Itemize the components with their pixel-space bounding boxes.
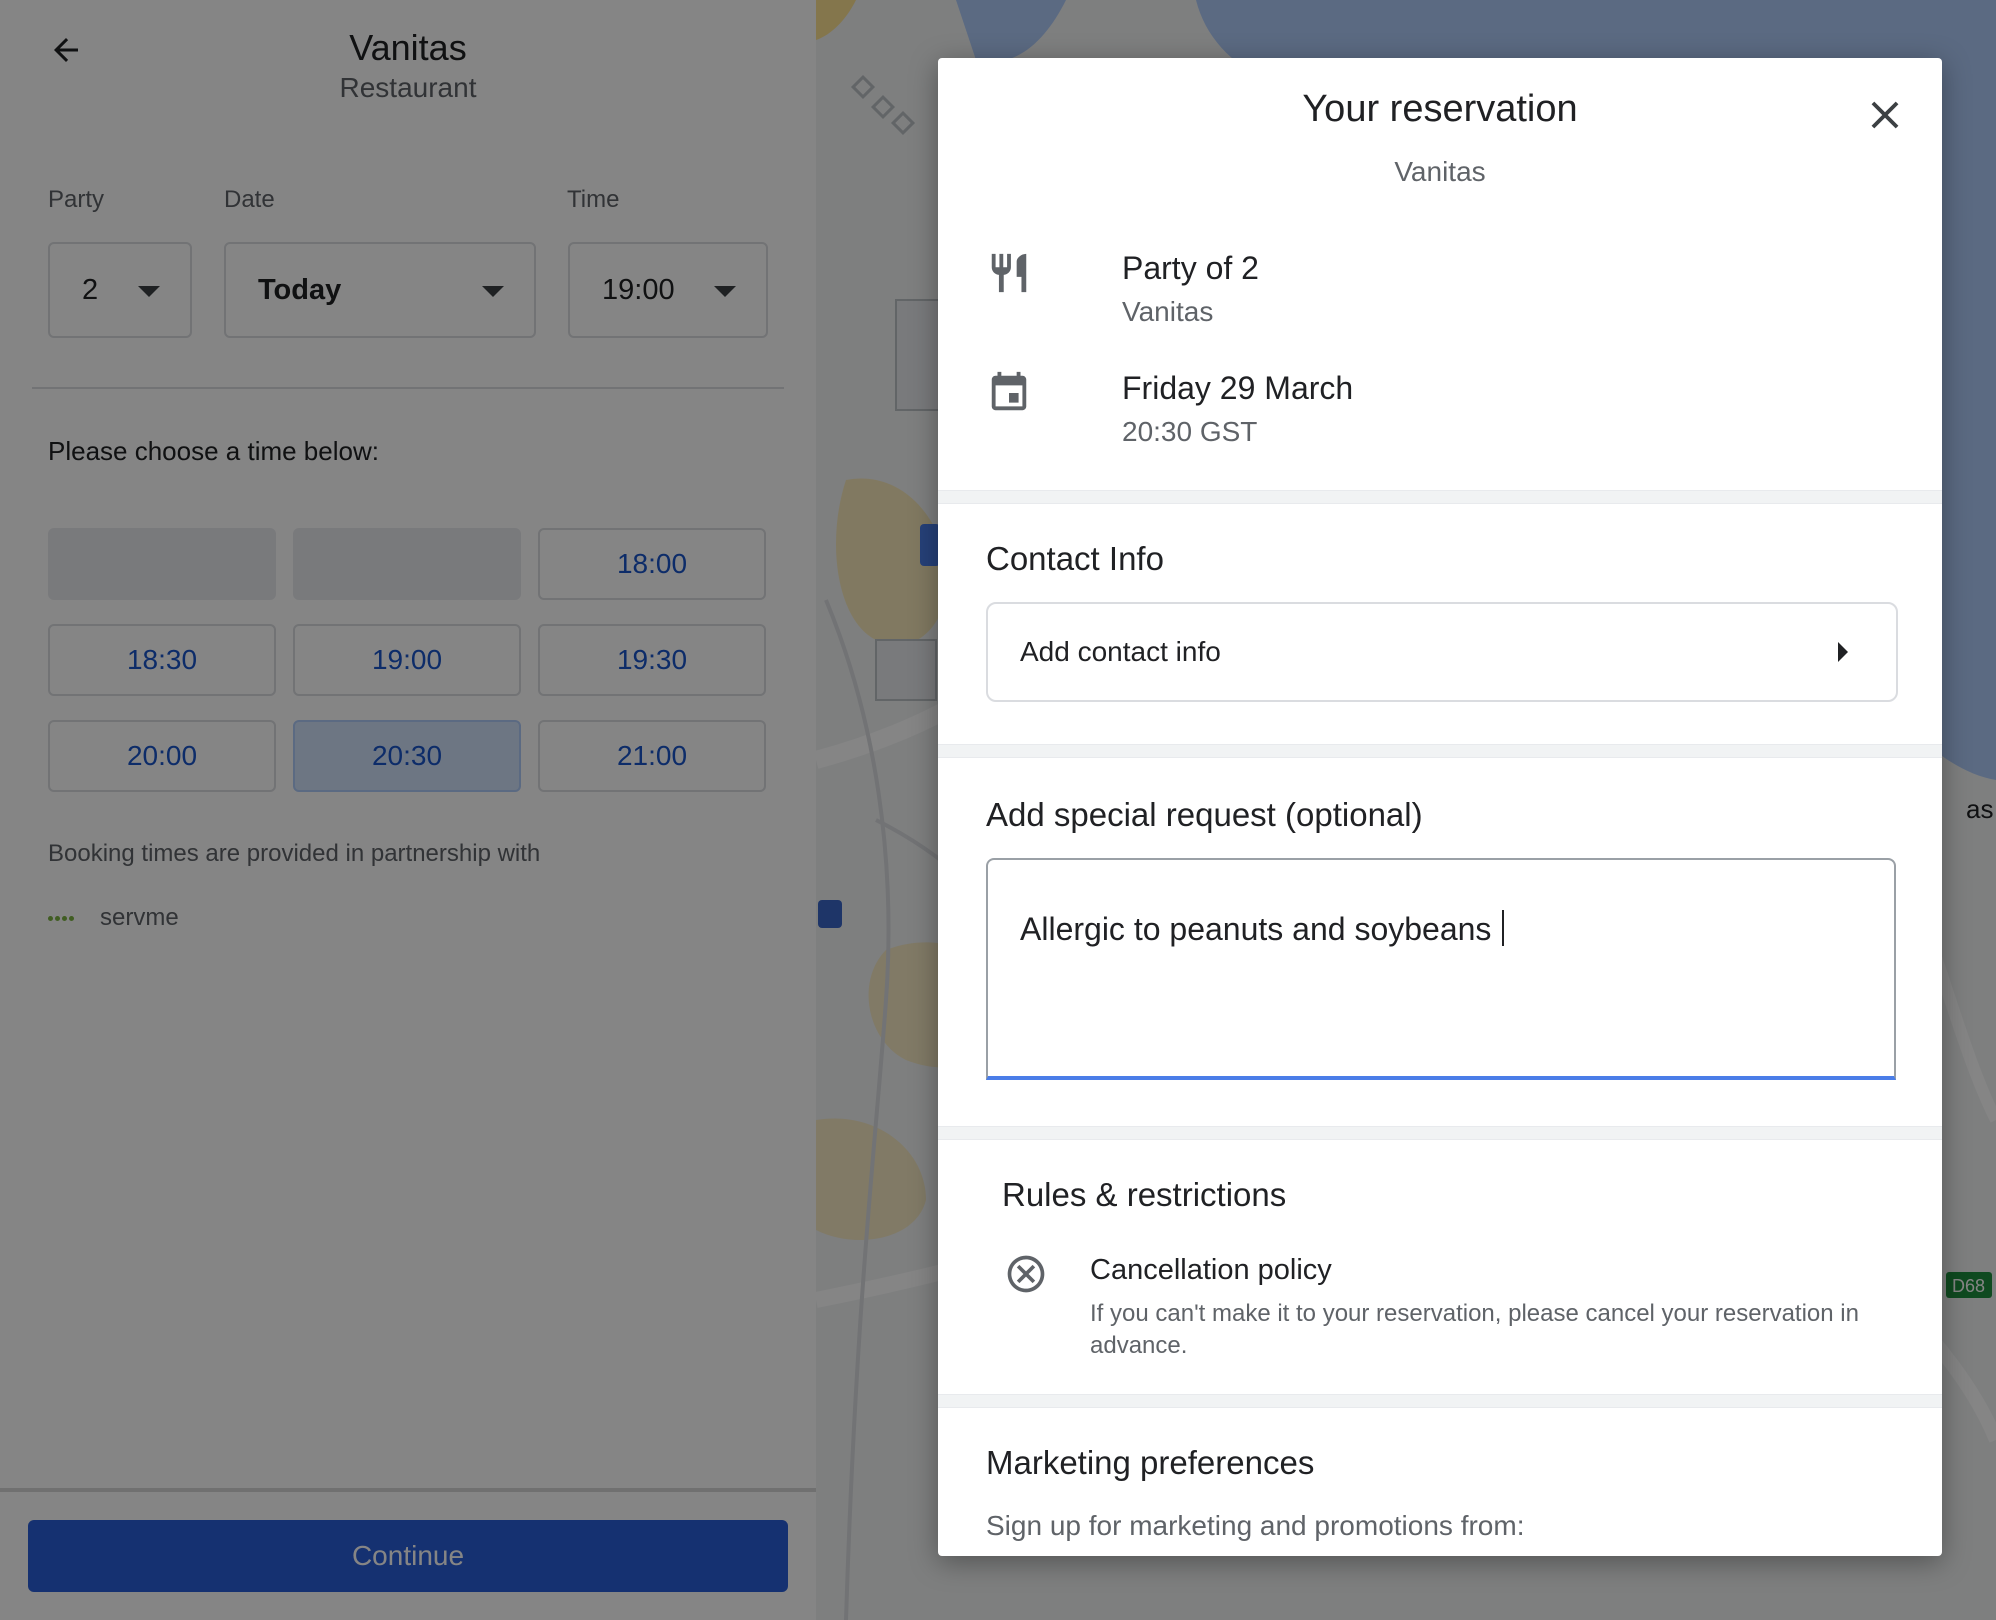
dialog-subtitle: Vanitas [1394,156,1486,187]
dialog-title: Your reservation [1302,88,1578,130]
cancel-circle-icon [1007,1255,1045,1293]
section-divider [938,490,1942,504]
party-detail: Vanitas [1122,296,1214,327]
rules-title: Rules & restrictions [1002,1176,1287,1213]
calendar-icon [991,371,1027,411]
marketing-title: Marketing preferences [986,1444,1315,1481]
section-divider [938,1126,1942,1140]
special-request-input[interactable]: Allergic to peanuts and soybeans [986,858,1896,1080]
restaurant-icon [991,253,1027,293]
add-contact-label: Add contact info [1020,636,1221,667]
date-detail: 20:30 GST [1122,416,1258,447]
section-divider [938,1394,1942,1408]
add-contact-button[interactable]: Add contact info [986,602,1898,702]
contact-title: Contact Info [986,540,1164,577]
special-request-title: Add special request (optional) [986,796,1423,833]
party-heading: Party of 2 [1122,250,1259,286]
chevron-right-icon [1838,642,1848,662]
section-divider [938,744,1942,758]
date-heading: Friday 29 March [1122,370,1354,406]
text-cursor [1502,910,1505,946]
cancellation-detail: If you can't make it to your reservation… [1090,1300,1859,1359]
marketing-detail: Sign up for marketing and promotions fro… [986,1510,1525,1541]
reservation-dialog: Your reservation Vanitas Party of 2 Vani… [938,58,1942,1556]
special-request-value: Allergic to peanuts and soybeans [1020,911,1501,947]
close-icon[interactable] [1862,92,1908,138]
cancellation-heading: Cancellation policy [1090,1254,1332,1286]
